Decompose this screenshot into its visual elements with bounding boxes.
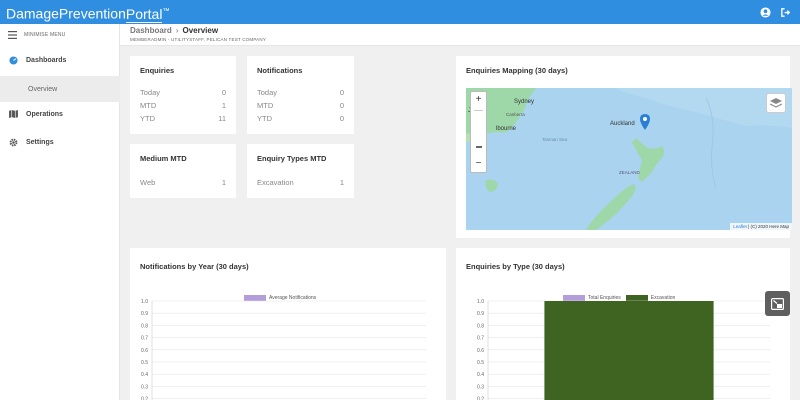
minimise-menu-label: MINIMISE MENU (24, 32, 66, 38)
notifications-by-year-chart: 1.00.90.80.70.60.50.40.30.20.1 (141, 299, 426, 400)
y-tick-label: 0.3 (141, 384, 148, 390)
map-label-canberra: Canberra (506, 112, 525, 117)
y-tick-label: 0.2 (141, 397, 148, 400)
card-title: Notifications (257, 66, 303, 75)
y-tick-label: 0.8 (477, 323, 484, 329)
map-label-melbourne: lbourne (496, 126, 517, 132)
user-circle-icon[interactable] (758, 5, 772, 19)
map-label-tasman-sea: Tasman Sea (542, 137, 568, 142)
y-tick-label: 0.9 (141, 311, 148, 317)
map-label-sydney: Sydney (514, 99, 535, 105)
sidebar-item-label: Settings (26, 138, 54, 146)
sidebar-item-settings[interactable]: Settings (0, 131, 120, 153)
breadcrumb-separator: › (175, 26, 179, 35)
zoom-divider (474, 110, 483, 111)
map-label-zealand: ZEALAND (619, 170, 640, 175)
map-layers-button[interactable] (766, 93, 786, 113)
minimise-menu-button[interactable]: MINIMISE MENU (0, 24, 120, 46)
sidebar-item-dashboards[interactable]: Dashboards (0, 49, 120, 71)
card-title: Enquiries (140, 66, 175, 75)
map-icon (8, 110, 18, 118)
sidebar: MINIMISE MENU Dashboards Overview Operat… (0, 24, 120, 400)
y-tick-label: 0.6 (141, 348, 148, 354)
sidebar-item-label: Overview (28, 85, 58, 93)
layers-icon (770, 97, 782, 108)
zoom-in-button[interactable]: + (471, 94, 486, 106)
sidebar-item-operations[interactable]: Operations (0, 103, 120, 125)
notifications-card: Notifications Today 0 MTD 0 YTD 0 (247, 56, 354, 134)
stat-row: Web 1 (140, 178, 226, 187)
stat-row: Excavation 1 (257, 178, 344, 187)
enquiries-card: Enquiries Today 0 MTD 1 YTD 11 (130, 56, 236, 134)
card-title: Enquiry Types MTD (257, 154, 327, 163)
stat-row: Today 0 (140, 88, 226, 97)
stat-row: MTD 0 (257, 101, 344, 110)
notifications-by-year-card: Notifications by Year (30 days) Average … (130, 248, 446, 400)
stat-row: YTD 11 (140, 114, 226, 123)
map-zoom-control: + − (470, 91, 487, 173)
y-tick-label: 0.4 (141, 372, 148, 378)
brand-logo[interactable]: DamagePreventionPortal™ (6, 3, 169, 23)
y-tick-label: 0.9 (477, 311, 484, 317)
y-tick-label: 0.5 (477, 360, 484, 366)
breadcrumb: Dashboard › Overview (130, 26, 218, 35)
zoom-out-button[interactable]: − (471, 158, 486, 170)
stat-row: Today 0 (257, 88, 344, 97)
gear-icon (8, 138, 18, 147)
page-title: Overview (182, 26, 219, 35)
zoom-slider-handle[interactable] (476, 146, 482, 148)
enquiries-by-type-card: Enquiries by Type (30 days) Total Enquir… (456, 248, 790, 400)
export-screen-icon (771, 297, 784, 310)
stat-row: YTD 0 (257, 114, 344, 123)
y-tick-label: 1.0 (477, 299, 484, 305)
enquiry-types-mtd-card: Enquiry Types MTD Excavation 1 (247, 144, 354, 198)
page-header: Dashboard › Overview MEMBERADMIN - UTILITY… (120, 24, 800, 46)
dashboard-gauge-icon (8, 55, 18, 65)
leaflet-link[interactable]: Leaflet (733, 224, 747, 229)
y-tick-label: 0.3 (477, 384, 484, 390)
enquiries-map[interactable]: Sydney Canberra lbourne Je Tasman Sea Au… (466, 88, 792, 230)
sidebar-item-overview[interactable]: Overview (0, 76, 120, 102)
sidebar-item-label: Dashboards (26, 56, 67, 64)
bar-excavation[interactable] (544, 301, 714, 400)
breadcrumb-dashboard-link[interactable]: Dashboard (130, 26, 172, 35)
map-tiles (466, 88, 792, 230)
stat-row: MTD 1 (140, 101, 226, 110)
y-tick-label: 0.7 (141, 336, 148, 342)
sign-out-icon[interactable] (778, 5, 792, 19)
export-screen-button[interactable] (765, 291, 790, 316)
enquiries-mapping-card: Enquiries Mapping (30 days) Sydney Canbe… (456, 56, 792, 238)
map-attribution: Leaflet | (C) 2020 Here Map (730, 223, 792, 230)
sidebar-item-label: Operations (26, 110, 63, 118)
member-info: MEMBERADMIN - UTILITYSTAFF, PELICAN TEST… (130, 37, 267, 42)
medium-mtd-card: Medium MTD Web 1 (130, 144, 236, 198)
y-tick-label: 1.0 (141, 299, 148, 305)
card-title: Enquiries Mapping (30 days) (466, 66, 568, 75)
y-tick-label: 0.7 (477, 336, 484, 342)
y-tick-label: 0.8 (141, 323, 148, 329)
enquiry-location-marker[interactable] (640, 114, 650, 135)
map-label-auckland: Auckland (610, 121, 635, 127)
enquiries-by-type-chart: 1.00.90.80.70.60.50.40.30.20.1 (477, 299, 770, 400)
y-tick-label: 0.6 (477, 348, 484, 354)
y-tick-label: 0.4 (477, 372, 484, 378)
y-tick-label: 0.2 (477, 397, 484, 400)
card-title: Medium MTD (140, 154, 187, 163)
top-bar: DamagePreventionPortal™ (0, 0, 800, 24)
hamburger-icon (8, 31, 17, 39)
y-tick-label: 0.5 (141, 360, 148, 366)
